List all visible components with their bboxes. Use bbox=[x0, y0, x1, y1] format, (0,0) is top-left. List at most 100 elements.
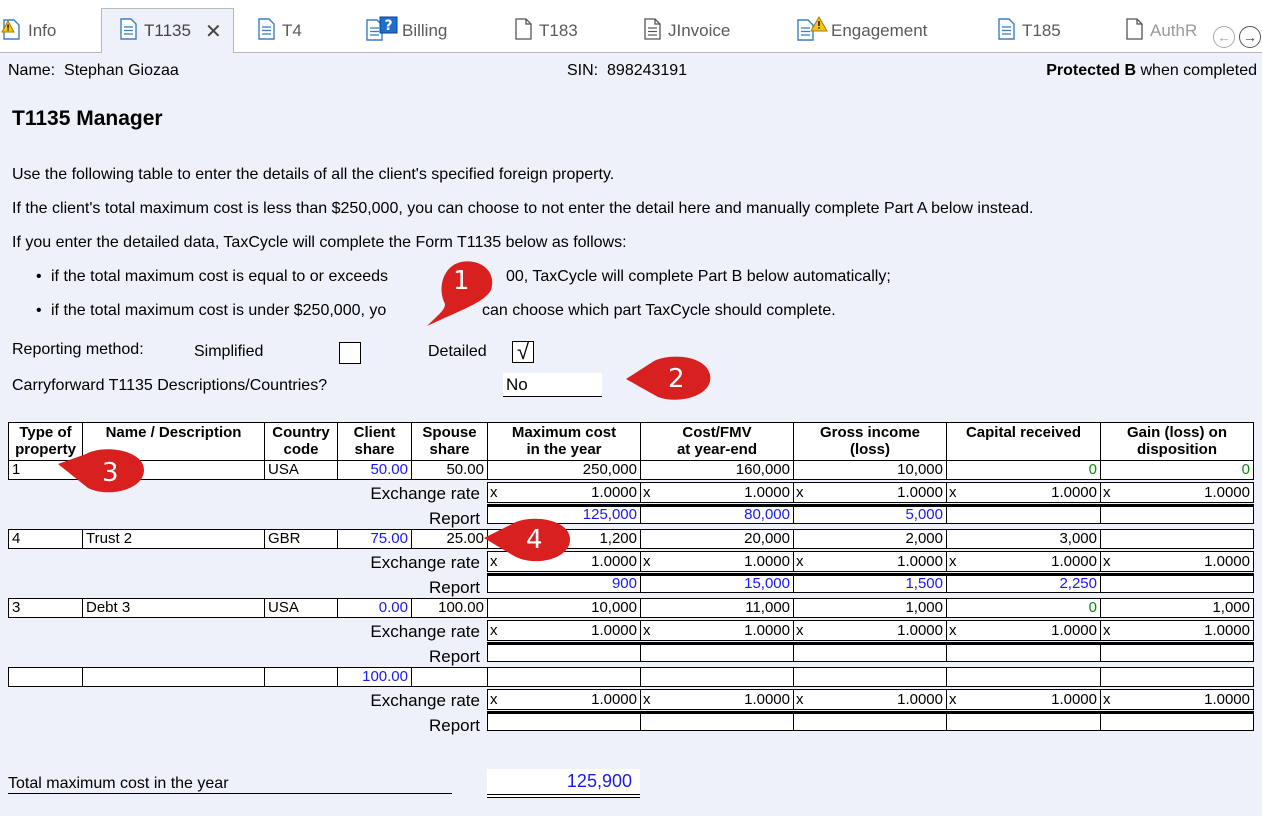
row-1-gain-exchange-rate[interactable]: 1.0000 x bbox=[1100, 482, 1254, 503]
protected-label: Protected B bbox=[1046, 62, 1137, 79]
row-2-capital-exchange-rate[interactable]: 1.0000 x bbox=[946, 551, 1101, 572]
row-1-capital-exchange-rate[interactable]: 1.0000 x bbox=[946, 482, 1101, 503]
row-3-spouse-field[interactable]: 100.00 bbox=[411, 598, 488, 618]
row-3-gross-exchange-rate[interactable]: 1.0000 x bbox=[793, 620, 947, 641]
row-2-spouse-field[interactable]: 25.00 bbox=[411, 529, 488, 549]
row-2-gross-field[interactable]: 2,000 bbox=[793, 529, 947, 549]
row-3-gross-field[interactable]: 1,000 bbox=[793, 598, 947, 618]
row-1-gain-field[interactable]: 0 bbox=[1100, 460, 1254, 480]
tab-t185[interactable]: T185 bbox=[996, 9, 1061, 53]
row-2-gain-field[interactable] bbox=[1100, 529, 1254, 549]
row-3-client-field[interactable]: 0.00 bbox=[337, 598, 412, 618]
multiply-mark: x bbox=[796, 691, 804, 708]
row-4-spouse-field[interactable] bbox=[411, 667, 488, 687]
row-4-type-field[interactable] bbox=[8, 667, 83, 687]
row-4-gross-field[interactable] bbox=[793, 667, 947, 687]
row-1-spouse-field[interactable]: 50.00 bbox=[411, 460, 488, 480]
row-4-gross-exchange-rate[interactable]: 1.0000 x bbox=[793, 689, 947, 710]
row-4-gain-exchange-rate[interactable]: 1.0000 x bbox=[1100, 689, 1254, 710]
row-3-gain-report bbox=[1100, 642, 1254, 662]
multiply-mark: x bbox=[643, 691, 651, 708]
multiply-mark: x bbox=[796, 553, 804, 570]
row-3-country-field[interactable]: USA bbox=[264, 598, 338, 618]
row-3-maxcost-field[interactable]: 10,000 bbox=[487, 598, 641, 618]
arrow-left-icon: ← bbox=[1217, 29, 1231, 45]
multiply-mark: x bbox=[949, 484, 957, 501]
multiply-mark: x bbox=[490, 484, 498, 501]
page-icon bbox=[513, 17, 533, 46]
row-2-gross-exchange-rate[interactable]: 1.0000 x bbox=[793, 551, 947, 572]
row-3-costfmv-field[interactable]: 11,000 bbox=[640, 598, 794, 618]
row-3-capital-field[interactable]: 0 bbox=[946, 598, 1101, 618]
row-1-capital-field[interactable]: 0 bbox=[946, 460, 1101, 480]
close-icon[interactable]: ✕ bbox=[205, 19, 222, 44]
row-3-gain-field[interactable]: 1,000 bbox=[1100, 598, 1254, 618]
row-4-name-field[interactable] bbox=[82, 667, 265, 687]
column-header-line: Maximum cost bbox=[511, 424, 617, 441]
row-4-country-field[interactable] bbox=[264, 667, 338, 687]
row-3-type-field[interactable]: 3 bbox=[8, 598, 83, 618]
tab-info[interactable]: Info bbox=[0, 9, 56, 53]
tab-label: T1135 bbox=[144, 21, 191, 40]
scroll-tabs-left-button[interactable]: ← bbox=[1213, 26, 1235, 48]
detailed-checkbox[interactable]: √ bbox=[512, 341, 534, 363]
report-label: Report bbox=[428, 578, 480, 597]
tab-engagement[interactable]: Engagement bbox=[795, 9, 927, 53]
tab-t183[interactable]: T183 bbox=[513, 9, 578, 53]
row-3-name-field[interactable]: Debt 3 bbox=[82, 598, 265, 618]
tab-billing[interactable]: ? Billing bbox=[364, 9, 447, 53]
tab-t1135[interactable]: T1135 ✕ bbox=[101, 8, 234, 53]
callout-number: 4 bbox=[526, 525, 543, 555]
multiply-mark: x bbox=[949, 622, 957, 639]
report-label: Report bbox=[428, 716, 480, 735]
help-doc-icon: ? bbox=[364, 16, 400, 47]
row-1-gross-exchange-rate[interactable]: 1.0000 x bbox=[793, 482, 947, 503]
column-header-spouse: Spouse share bbox=[411, 422, 488, 461]
row-1-costfmv-exchange-rate[interactable]: 1.0000 x bbox=[640, 482, 794, 503]
carryforward-select[interactable]: No bbox=[503, 373, 602, 397]
row-2-client-field[interactable]: 75.00 bbox=[337, 529, 412, 549]
column-header-gain: Gain (loss) on disposition bbox=[1100, 422, 1254, 461]
callout-number: 2 bbox=[668, 364, 685, 394]
column-header-line: Type of bbox=[19, 424, 72, 441]
bullet-2-text-a: if the total maximum cost is under $250,… bbox=[51, 302, 387, 319]
row-2-capital-field[interactable]: 3,000 bbox=[946, 529, 1101, 549]
row-4-maxcost-field[interactable] bbox=[487, 667, 641, 687]
row-4-costfmv-field[interactable] bbox=[640, 667, 794, 687]
row-4-capital-field[interactable] bbox=[946, 667, 1101, 687]
row-2-costfmv-exchange-rate[interactable]: 1.0000 x bbox=[640, 551, 794, 572]
row-4-client-field[interactable]: 100.00 bbox=[337, 667, 412, 687]
row-2-costfmv-field[interactable]: 20,000 bbox=[640, 529, 794, 549]
row-1-country-field[interactable]: USA bbox=[264, 460, 338, 480]
exchange-rate-label: Exchange rate bbox=[370, 691, 480, 710]
bullet-1-text-a: if the total maximum cost is equal to or… bbox=[51, 268, 389, 285]
row-1-maxcost-exchange-rate[interactable]: 1.0000 x bbox=[487, 482, 641, 503]
row-2-name-field[interactable]: Trust 2 bbox=[82, 529, 265, 549]
row-3-capital-exchange-rate[interactable]: 1.0000 x bbox=[946, 620, 1101, 641]
column-header-line: disposition bbox=[1137, 441, 1217, 458]
row-4-costfmv-exchange-rate[interactable]: 1.0000 x bbox=[640, 689, 794, 710]
tab-t4[interactable]: T4 bbox=[256, 9, 302, 53]
row-1-costfmv-field[interactable]: 160,000 bbox=[640, 460, 794, 480]
simplified-checkbox[interactable] bbox=[339, 342, 361, 364]
row-3-maxcost-exchange-rate[interactable]: 1.0000 x bbox=[487, 620, 641, 641]
row-1-capital-report bbox=[946, 504, 1101, 524]
row-3-gain-exchange-rate[interactable]: 1.0000 x bbox=[1100, 620, 1254, 641]
row-4-gain-field[interactable] bbox=[1100, 667, 1254, 687]
scroll-tabs-right-button[interactable]: → bbox=[1239, 26, 1261, 48]
tab-label: T4 bbox=[282, 21, 302, 40]
row-4-maxcost-exchange-rate[interactable]: 1.0000 x bbox=[487, 689, 641, 710]
row-4-capital-exchange-rate[interactable]: 1.0000 x bbox=[946, 689, 1101, 710]
row-2-country-field[interactable]: GBR bbox=[264, 529, 338, 549]
row-1-gross-field[interactable]: 10,000 bbox=[793, 460, 947, 480]
tab-jinvoice[interactable]: JInvoice bbox=[642, 9, 730, 53]
tab-label: T183 bbox=[539, 21, 578, 40]
row-1-client-field[interactable]: 50.00 bbox=[337, 460, 412, 480]
row-3-costfmv-exchange-rate[interactable]: 1.0000 x bbox=[640, 620, 794, 641]
row-1-maxcost-field[interactable]: 250,000 bbox=[487, 460, 641, 480]
row-2-gain-exchange-rate[interactable]: 1.0000 x bbox=[1100, 551, 1254, 572]
tab-authr[interactable]: AuthR bbox=[1124, 9, 1212, 53]
row-2-type-field[interactable]: 4 bbox=[8, 529, 83, 549]
arrow-right-icon: → bbox=[1243, 29, 1257, 45]
column-header-capital: Capital received bbox=[946, 422, 1101, 461]
